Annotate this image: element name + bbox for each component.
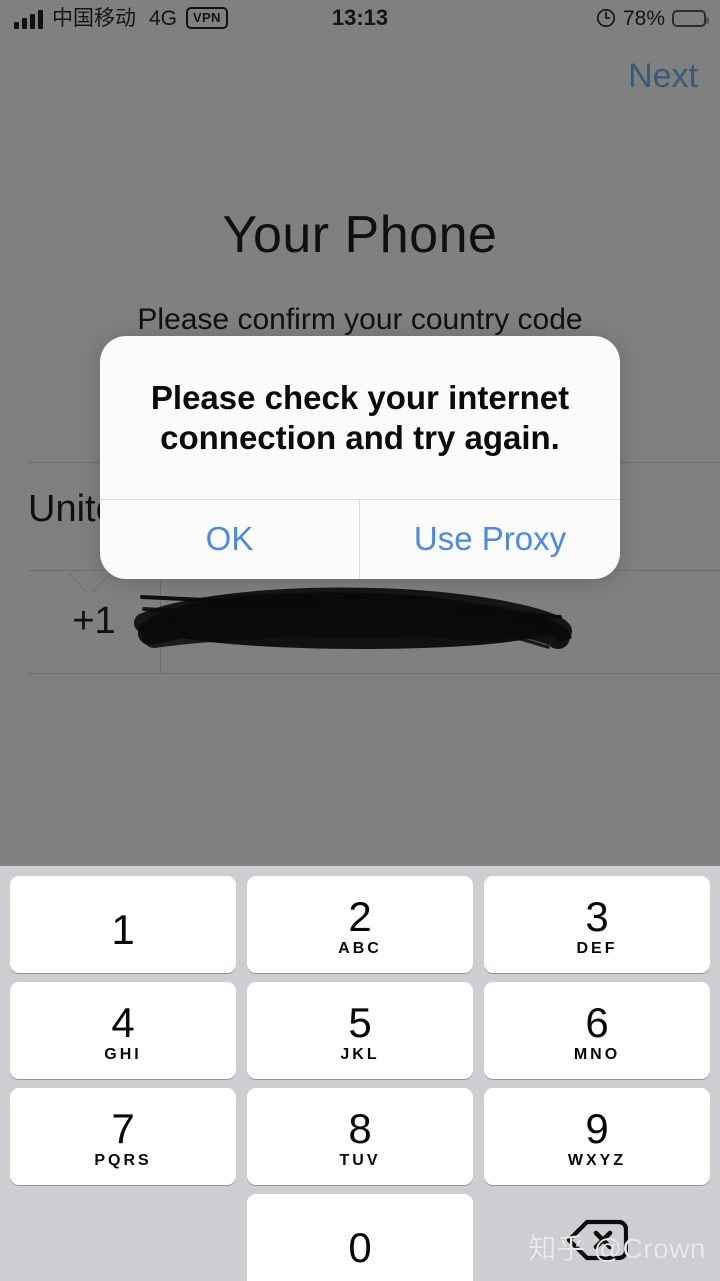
alert-ok-button[interactable]: OK [100,499,360,579]
key-3[interactable]: 3 DEF [484,876,710,973]
key-7[interactable]: 7 PQRS [10,1088,236,1185]
key-1[interactable]: 1 [10,876,236,973]
key-digit: 0 [348,1223,372,1271]
key-letters: DEF [576,939,618,957]
key-letters: JKL [340,1045,380,1063]
key-backspace[interactable] [484,1194,710,1281]
status-bar-right: 78% [596,6,709,30]
alert-actions: OK Use Proxy [100,498,620,579]
alert-backdrop: Please check your internet connection an… [0,0,720,866]
keypad-row: 1 2 ABC 3 DEF [10,876,710,973]
key-4[interactable]: 4 GHI [10,982,236,1079]
alert-dialog: Please check your internet connection an… [100,336,620,579]
keypad-spacer-left [10,1194,236,1281]
keypad-row: 7 PQRS 8 TUV 9 WXYZ [10,1088,710,1185]
battery-percent-label: 78% [622,6,665,30]
alert-message: Please check your internet connection an… [150,379,570,457]
alert-body: Please check your internet connection an… [100,336,620,499]
key-letters: WXYZ [567,1151,627,1169]
key-letters: MNO [573,1045,621,1063]
key-digit: 6 [585,998,609,1046]
numeric-keypad: 1 2 ABC 3 DEF 4 GHI 5 JKL 6 MNO 7 PQRS 8… [0,866,720,1281]
backspace-icon [566,1218,629,1267]
key-letters: GHI [104,1045,142,1063]
key-letters: TUV [339,1151,381,1169]
battery-icon [672,9,709,27]
key-digit: 4 [111,998,135,1046]
key-2[interactable]: 2 ABC [247,876,473,973]
key-5[interactable]: 5 JKL [247,982,473,1079]
key-digit: 5 [348,998,372,1046]
key-letters: ABC [338,939,382,957]
alert-use-proxy-button[interactable]: Use Proxy [360,500,620,579]
rotation-lock-icon [596,8,616,28]
key-digit: 1 [111,905,135,953]
phone-screen: 中国移动 4G VPN 13:13 78% Next Your Phone Pl… [0,0,720,1281]
key-digit: 9 [585,1104,609,1152]
key-letters: PQRS [94,1151,152,1169]
key-digit: 2 [348,892,372,940]
key-8[interactable]: 8 TUV [247,1088,473,1185]
keypad-row: 4 GHI 5 JKL 6 MNO [10,982,710,1079]
key-digit: 7 [111,1104,135,1152]
keypad-row: 0 [10,1194,710,1281]
key-6[interactable]: 6 MNO [484,982,710,1079]
key-digit: 3 [585,892,609,940]
key-0[interactable]: 0 [247,1194,473,1281]
key-9[interactable]: 9 WXYZ [484,1088,710,1185]
key-digit: 8 [348,1104,372,1152]
